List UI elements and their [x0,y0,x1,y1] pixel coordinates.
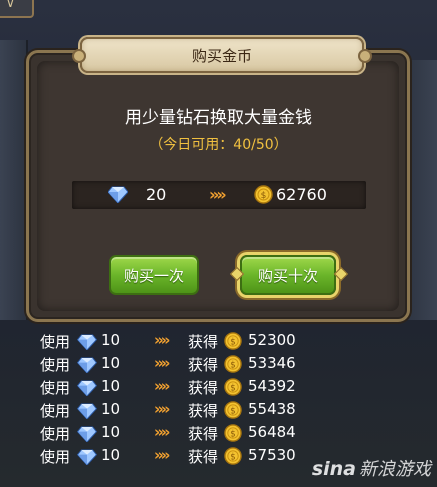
gold-coin-icon: $ [224,355,242,377]
row-gold-amount: 56484 [248,423,296,441]
sina-games-watermark: sina 新浪游戏 [312,455,431,481]
price-row: 使用 10 »» 获得 $55438 [40,399,360,422]
svg-text:$: $ [230,337,235,347]
gold-coin-icon: $ [254,185,273,208]
use-label: 使用 [40,402,71,420]
double-chevron-icon: »» [154,423,170,441]
exchange-gold-gain: 62760 [276,185,327,204]
dialog-title-plate: 购买金币 [72,37,372,73]
double-chevron-icon: »» [154,354,170,372]
watermark-text: 新浪游戏 [359,459,431,480]
row-diamond-cost: 10 [101,423,121,441]
exchange-diamond-cost: 20 [146,185,167,204]
get-label: 获得 [188,333,219,351]
price-ladder-list: 使用 10 »» 获得 $52300 使用 10 »» 获得 $53346 使用 10 »» 获得 $543… [40,330,360,468]
diamond-icon [76,380,98,400]
svg-text:$: $ [230,360,235,370]
buy-once-button[interactable]: 购买一次 [109,255,199,295]
background-pillar-left [0,40,28,320]
row-diamond-cost: 10 [101,377,121,395]
gold-coin-icon: $ [224,424,242,446]
price-row: 使用 10 »» 获得 $53346 [40,353,360,376]
row-diamond-cost: 10 [101,446,121,464]
gold-coin-icon: $ [224,447,242,469]
use-label: 使用 [40,333,71,351]
price-row: 使用 10 »» 获得 $54392 [40,376,360,399]
get-label: 获得 [188,402,219,420]
title-knob-left [72,49,86,63]
svg-text:$: $ [261,191,267,201]
row-diamond-cost: 10 [101,400,121,418]
daily-limit-text: （今日可用：40/50） [149,137,288,153]
title-knob-right [358,49,372,63]
gold-coin-icon: $ [224,401,242,423]
row-diamond-cost: 10 [101,354,121,372]
row-gold-amount: 53346 [248,354,296,372]
gold-coin-icon: $ [224,332,242,354]
chevron-down-icon: ∨ [6,0,15,10]
diamond-icon [76,449,98,469]
diamond-icon [76,403,98,423]
svg-text:$: $ [230,406,235,416]
dialog-headline: 用少量钻石换取大量金钱 [125,108,312,128]
row-gold-amount: 57530 [248,446,296,464]
dialog-title: 购买金币 [191,46,252,65]
use-label: 使用 [40,448,71,466]
double-chevron-icon: »» [154,400,170,418]
double-chevron-icon: »» [209,185,227,204]
row-gold-amount: 54392 [248,377,296,395]
get-label: 获得 [188,448,219,466]
diamond-icon [76,334,98,354]
use-label: 使用 [40,356,71,374]
svg-text:$: $ [230,429,235,439]
buy-ten-button[interactable]: 购买十次 [240,255,336,295]
get-label: 获得 [188,356,219,374]
double-chevron-icon: »» [154,446,170,464]
diamond-icon [107,186,129,207]
diamond-icon [76,426,98,446]
exchange-rate-bar: 20 »» $ 62760 [72,181,366,209]
diamond-icon [76,357,98,377]
svg-text:$: $ [230,452,235,462]
use-label: 使用 [40,425,71,443]
svg-text:$: $ [230,383,235,393]
row-gold-amount: 52300 [248,331,296,349]
price-row: 使用 10 »» 获得 $52300 [40,330,360,353]
corner-collapse-button[interactable]: ∨ [0,0,34,18]
get-label: 获得 [188,379,219,397]
double-chevron-icon: »» [154,331,170,349]
row-gold-amount: 55438 [248,400,296,418]
gold-coin-icon: $ [224,378,242,400]
price-row: 使用 10 »» 获得 $56484 [40,422,360,445]
get-label: 获得 [188,425,219,443]
use-label: 使用 [40,379,71,397]
sina-logo: sina [311,458,356,480]
row-diamond-cost: 10 [101,331,121,349]
double-chevron-icon: »» [154,377,170,395]
